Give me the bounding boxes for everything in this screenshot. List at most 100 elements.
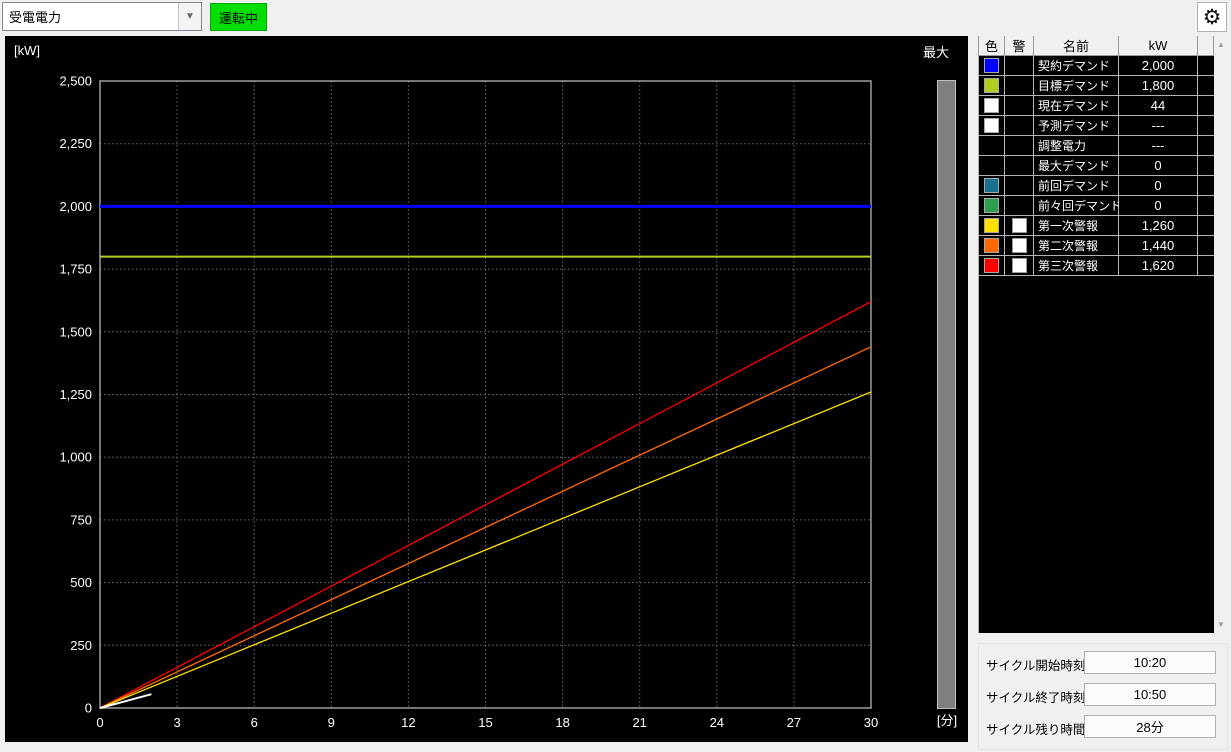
demand-table: 色 警 名前 kW 契約デマンド2,000目標デマンド1,800現在デマンド44… [978, 36, 1214, 633]
table-header-row: 色 警 名前 kW [978, 36, 1214, 56]
table-row[interactable]: 目標デマンド1,800 [978, 76, 1214, 96]
kw-cell: 0 [1119, 176, 1198, 196]
svg-text:30: 30 [864, 715, 878, 730]
kw-cell: 1,260 [1119, 216, 1198, 236]
color-cell [978, 236, 1005, 256]
alarm-cell [1005, 156, 1034, 176]
gear-icon: ⚙ [1203, 7, 1222, 28]
name-cell: 第三次警報 [1034, 256, 1119, 276]
name-cell: 第二次警報 [1034, 236, 1119, 256]
color-swatch [984, 238, 999, 253]
name-cell: 予測デマンド [1034, 116, 1119, 136]
kw-cell: --- [1119, 136, 1198, 156]
svg-text:2,250: 2,250 [59, 136, 92, 151]
kw-cell: 0 [1119, 156, 1198, 176]
svg-text:24: 24 [710, 715, 724, 730]
settings-button[interactable]: ⚙ [1197, 2, 1227, 32]
alarm-cell [1005, 116, 1034, 136]
alarm-cell [1005, 196, 1034, 216]
alarm-checkbox[interactable] [1012, 258, 1027, 273]
name-cell: 前回デマンド [1034, 176, 1119, 196]
cycle-remaining-value: 28分 [1084, 715, 1216, 738]
table-row[interactable]: 第三次警報1,620 [978, 256, 1214, 276]
table-row[interactable]: 現在デマンド44 [978, 96, 1214, 116]
table-scrollbar[interactable]: ▲ ▼ [1214, 36, 1228, 633]
channel-select[interactable]: 受電電力 ▼ [2, 2, 202, 31]
svg-text:0: 0 [85, 701, 92, 716]
svg-text:27: 27 [787, 715, 801, 730]
color-cell [978, 96, 1005, 116]
color-swatch [984, 118, 999, 133]
svg-text:3: 3 [173, 715, 180, 730]
table-row[interactable]: 第二次警報1,440 [978, 236, 1214, 256]
channel-select-value: 受電電力 [3, 7, 178, 26]
svg-text:2,500: 2,500 [59, 74, 92, 89]
kw-cell: --- [1119, 116, 1198, 136]
svg-text:12: 12 [401, 715, 415, 730]
row-filler [1198, 176, 1214, 196]
name-cell: 現在デマンド [1034, 96, 1119, 116]
cycle-start-value: 10:20 [1084, 651, 1216, 674]
table-row[interactable]: 前々回デマンド0 [978, 196, 1214, 216]
chevron-down-icon[interactable]: ▼ [178, 3, 201, 30]
row-filler [1198, 236, 1214, 256]
row-filler [1198, 136, 1214, 156]
alarm-cell [1005, 236, 1034, 256]
x-axis-unit-label: [分] [928, 710, 966, 729]
cycle-end-value: 10:50 [1084, 683, 1216, 706]
alarm-cell [1005, 176, 1034, 196]
name-cell: 前々回デマンド [1034, 196, 1119, 216]
svg-text:21: 21 [632, 715, 646, 730]
row-filler [1198, 56, 1214, 76]
table-row[interactable]: 前回デマンド0 [978, 176, 1214, 196]
y-axis-unit-label: [kW] [14, 43, 40, 58]
alarm-checkbox[interactable] [1012, 218, 1027, 233]
header-filler [1198, 36, 1214, 56]
name-cell: 最大デマンド [1034, 156, 1119, 176]
table-row[interactable]: 契約デマンド2,000 [978, 56, 1214, 76]
svg-text:1,500: 1,500 [59, 324, 92, 339]
cycle-end-row: サイクル終了時刻 10:50 [979, 683, 1227, 706]
header-name: 名前 [1034, 36, 1119, 56]
kw-cell: 1,800 [1119, 76, 1198, 96]
table-empty-area [978, 276, 1214, 633]
kw-cell: 1,440 [1119, 236, 1198, 256]
color-cell [978, 156, 1005, 176]
color-swatch [984, 58, 999, 73]
run-status-button[interactable]: 運転中 [210, 3, 267, 31]
row-filler [1198, 196, 1214, 216]
svg-text:250: 250 [70, 638, 92, 653]
cycle-start-label: サイクル開始時刻 [986, 655, 1085, 674]
color-cell [978, 116, 1005, 136]
table-row[interactable]: 予測デマンド--- [978, 116, 1214, 136]
row-filler [1198, 156, 1214, 176]
svg-text:1,000: 1,000 [59, 450, 92, 465]
color-cell [978, 56, 1005, 76]
svg-text:15: 15 [478, 715, 492, 730]
table-row[interactable]: 第一次警報1,260 [978, 216, 1214, 236]
kw-cell: 0 [1119, 196, 1198, 216]
table-row[interactable]: 最大デマンド0 [978, 156, 1214, 176]
kw-cell: 2,000 [1119, 56, 1198, 76]
svg-text:750: 750 [70, 512, 92, 527]
svg-text:0: 0 [96, 715, 103, 730]
svg-text:6: 6 [251, 715, 258, 730]
cycle-remaining-label: サイクル残り時間 [986, 719, 1085, 738]
table-row[interactable]: 調整電力--- [978, 136, 1214, 156]
svg-text:1,750: 1,750 [59, 262, 92, 277]
alarm-checkbox[interactable] [1012, 238, 1027, 253]
color-cell [978, 216, 1005, 236]
color-swatch [984, 258, 999, 273]
row-filler [1198, 256, 1214, 276]
cycle-start-row: サイクル開始時刻 10:20 [979, 651, 1227, 674]
scroll-down-icon[interactable]: ▼ [1214, 616, 1228, 633]
scroll-up-icon[interactable]: ▲ [1214, 36, 1228, 53]
svg-text:1,250: 1,250 [59, 387, 92, 402]
cycle-panel: サイクル開始時刻 10:20 サイクル終了時刻 10:50 サイクル残り時間 2… [978, 643, 1228, 750]
color-cell [978, 176, 1005, 196]
color-swatch [984, 178, 999, 193]
row-filler [1198, 76, 1214, 96]
header-kw: kW [1119, 36, 1198, 56]
name-cell: 第一次警報 [1034, 216, 1119, 236]
alarm-cell [1005, 56, 1034, 76]
